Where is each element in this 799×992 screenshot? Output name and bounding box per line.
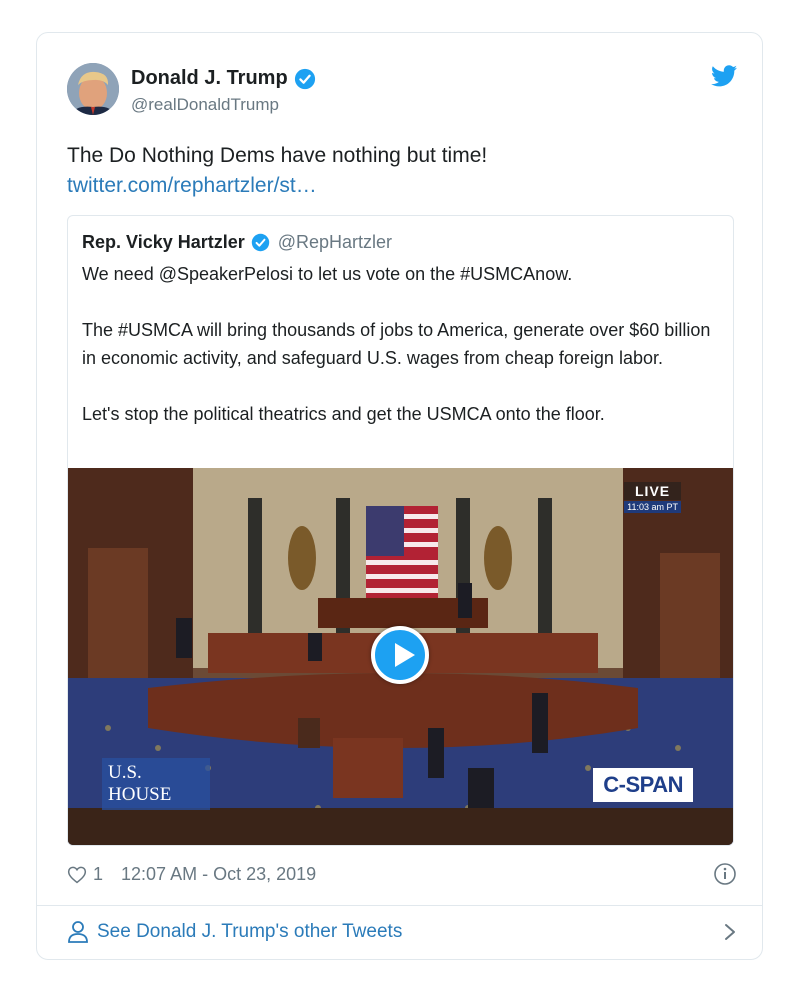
tweet-link[interactable]: twitter.com/rephartzler/st… (67, 171, 317, 201)
house-logo-line: HOUSE (108, 784, 172, 805)
live-time: 11:03 am PT (624, 501, 681, 513)
tweet-footer: 1 12:07 AM - Oct 23, 2019 (67, 859, 737, 889)
live-indicator: LIVE 11:03 am PT (624, 482, 681, 513)
like-count[interactable]: 1 (93, 864, 103, 885)
tweet-embed-card: Donald J. Trump @realDonaldTrump The Do … (36, 32, 763, 960)
person-icon (68, 921, 88, 943)
quoted-tweet-body: We need @SpeakerPelosi to let us vote on… (82, 260, 722, 428)
quoted-paragraph: We need @SpeakerPelosi to let us vote on… (82, 264, 573, 284)
us-house-logo: U.S. HOUSE (102, 758, 210, 810)
quoted-tweet-header: Rep. Vicky Hartzler @RepHartzler (82, 232, 392, 253)
cspan-logo: C-SPAN (593, 768, 693, 802)
quoted-paragraph: The #USMCA will bring thousands of jobs … (82, 320, 711, 368)
quoted-tweet[interactable]: Rep. Vicky Hartzler @RepHartzler We need… (67, 215, 734, 846)
tweet-header: Donald J. Trump @realDonaldTrump (67, 63, 737, 119)
footer-divider (37, 905, 762, 906)
play-button[interactable] (371, 626, 429, 684)
quoted-paragraph: Let's stop the political theatrics and g… (82, 404, 605, 424)
author-handle[interactable]: @realDonaldTrump (131, 95, 279, 115)
see-more-label[interactable]: See Donald J. Trump's other Tweets (97, 921, 402, 943)
info-icon[interactable] (713, 862, 737, 886)
author-name-line: Donald J. Trump (131, 67, 316, 90)
quoted-author-name[interactable]: Rep. Vicky Hartzler (82, 232, 245, 253)
live-label: LIVE (624, 482, 681, 500)
tweet-timestamp[interactable]: 12:07 AM - Oct 23, 2019 (121, 864, 316, 885)
tweet-text: The Do Nothing Dems have nothing but tim… (67, 144, 488, 167)
verified-badge-icon (251, 233, 269, 252)
heart-icon[interactable] (67, 865, 87, 884)
author-name[interactable]: Donald J. Trump (131, 67, 288, 90)
house-logo-line: U.S. (108, 762, 142, 783)
see-more-tweets-link[interactable]: See Donald J. Trump's other Tweets (67, 917, 737, 947)
author-avatar[interactable] (67, 63, 119, 115)
chevron-right-icon[interactable] (723, 922, 737, 942)
video-media[interactable]: LIVE 11:03 am PT U.S. HOUSE C-SPAN (68, 468, 733, 845)
twitter-bird-icon[interactable] (711, 65, 737, 87)
quoted-author-handle[interactable]: @RepHartzler (278, 232, 392, 253)
verified-badge-icon (294, 68, 315, 89)
